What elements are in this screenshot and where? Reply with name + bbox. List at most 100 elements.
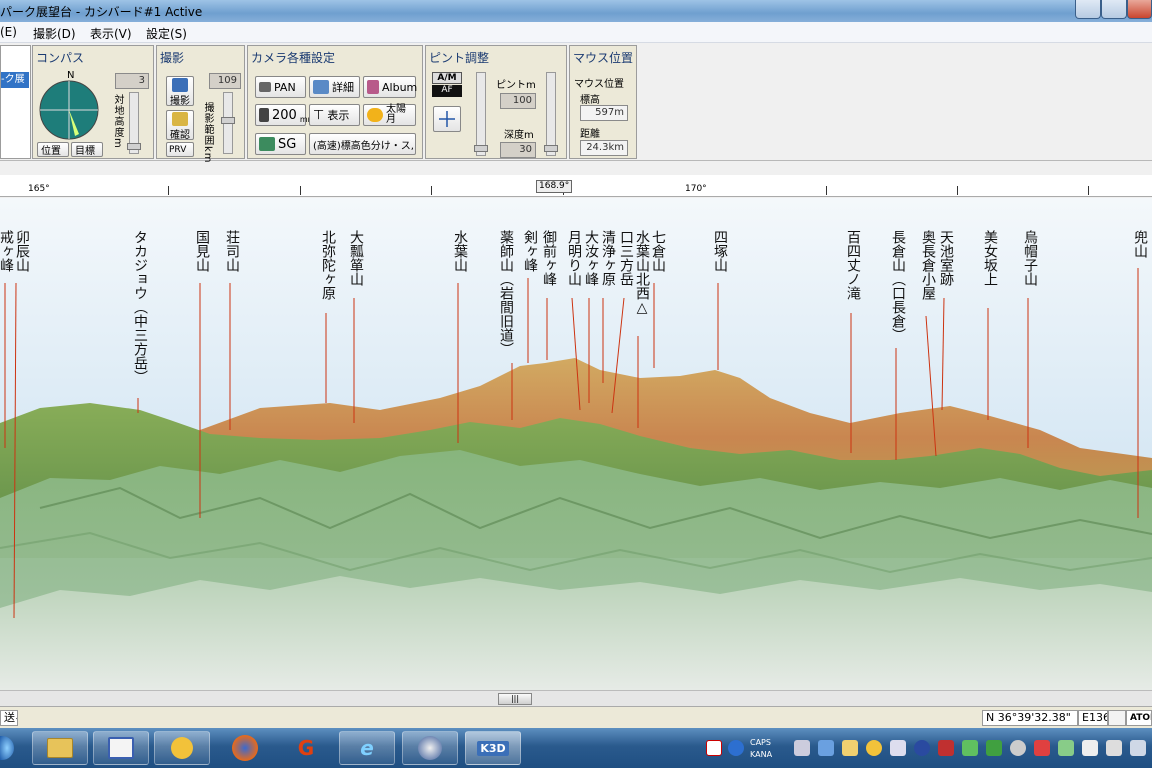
peak-label[interactable]: 清浄ヶ原 xyxy=(596,230,616,286)
compass-dial-icon[interactable] xyxy=(39,80,99,140)
position-button[interactable]: 位置 xyxy=(37,142,69,157)
taskbar-k3d[interactable]: K3D xyxy=(465,731,521,765)
device-icon[interactable] xyxy=(890,740,906,756)
taskbar-folder[interactable] xyxy=(32,731,88,765)
location-list[interactable]: -ク展 xyxy=(0,45,31,159)
start-button[interactable] xyxy=(0,736,14,760)
depth-slider-thumb[interactable] xyxy=(544,145,558,152)
display-button[interactable]: ⊤ 表示 xyxy=(309,104,360,126)
menu-view[interactable]: 表示(V) xyxy=(90,25,132,42)
peak-label[interactable]: 長倉山（口長倉） xyxy=(886,230,906,342)
ground-height-slider[interactable] xyxy=(127,92,141,154)
ground-height-slider-thumb[interactable] xyxy=(127,143,141,150)
peak-label[interactable]: 烏帽子山 xyxy=(1018,230,1038,286)
peak-label[interactable]: 卯辰山 xyxy=(10,230,30,272)
adobe-icon[interactable] xyxy=(706,740,722,756)
taskbar-g-app[interactable]: G xyxy=(278,731,334,765)
peak-label[interactable]: 荘司山 xyxy=(220,230,240,272)
focal-length-value: 200 xyxy=(272,107,297,123)
flag-icon[interactable] xyxy=(1034,740,1050,756)
shoot-panel: 撮影 撮影 確認 PRV 109 撮影範囲km xyxy=(156,45,245,164)
target-button[interactable]: 目標 xyxy=(71,142,103,157)
menu-bar: (E) 撮影(D) 表示(V) 設定(S) xyxy=(0,22,1152,43)
send-button[interactable]: 送る xyxy=(0,710,18,726)
menu-edit[interactable]: (E) xyxy=(0,25,17,39)
peak-label[interactable]: 天池室跡 xyxy=(934,230,954,286)
detail-button[interactable]: 詳細 xyxy=(309,76,360,98)
longitude-readout: E136 xyxy=(1078,710,1108,726)
elevation-color-button[interactable]: (高速)標高色分け・ス, xyxy=(309,133,416,155)
shoot-range-slider[interactable] xyxy=(221,92,235,154)
focus-value[interactable]: 100 xyxy=(500,93,536,109)
panorama-view[interactable]: 戒ヶ峰 卯辰山 タカジョウ（中三方岳） 国見山 荘司山 北弥陀ヶ原 大瓢箪山 水… xyxy=(0,198,1152,690)
peak-label[interactable]: 兜山 xyxy=(1128,230,1148,258)
taskbar-messenger[interactable] xyxy=(154,731,210,765)
horizontal-scrollbar[interactable]: ||| xyxy=(0,690,1152,706)
volume-icon[interactable] xyxy=(1082,740,1098,756)
scrollbar-thumb[interactable]: ||| xyxy=(498,693,532,705)
peak-label[interactable]: 御前ヶ峰 xyxy=(537,230,557,286)
firefox-icon xyxy=(232,735,258,761)
security-icon[interactable] xyxy=(914,740,930,756)
taskbar-firefox[interactable] xyxy=(217,731,273,765)
peak-label[interactable]: 水葉山 xyxy=(448,230,468,272)
ruler-tick xyxy=(431,186,432,195)
peak-label[interactable]: 薬師山（岩間旧道） xyxy=(494,230,514,356)
am-button[interactable]: A/M xyxy=(432,72,462,84)
location-list-selected[interactable]: -ク展 xyxy=(1,72,29,88)
focal-length-button[interactable]: 200 mm xyxy=(255,104,315,126)
acrobat-icon[interactable] xyxy=(938,740,954,756)
peak-label[interactable]: 七倉山 xyxy=(646,230,666,272)
peak-label[interactable]: 四塚山 xyxy=(708,230,728,272)
g-app-icon: G xyxy=(297,736,315,760)
shoot-button[interactable]: 撮影 xyxy=(166,76,194,107)
peak-label[interactable]: 大瓢箪山 xyxy=(344,230,364,286)
peak-label[interactable]: 百四丈ノ滝 xyxy=(841,230,861,300)
taskbar-kashmir-camera[interactable] xyxy=(402,731,458,765)
people-icon[interactable] xyxy=(986,740,1002,756)
tool-icon[interactable] xyxy=(794,740,810,756)
help-icon[interactable] xyxy=(728,740,744,756)
taskbar-internet-explorer[interactable]: e xyxy=(339,731,395,765)
azimuth-ruler[interactable]: 165° 170° 168.9° xyxy=(0,175,1152,197)
print-icon[interactable] xyxy=(1106,740,1122,756)
shoot-range-slider-thumb[interactable] xyxy=(221,117,235,124)
peak-label[interactable]: タカジョウ（中三方岳） xyxy=(128,230,148,384)
peak-label[interactable]: 国見山 xyxy=(190,230,210,272)
ground-height-value[interactable]: 3 xyxy=(115,73,149,89)
album-icon xyxy=(367,80,379,94)
mail-icon[interactable] xyxy=(842,740,858,756)
depth-slider[interactable] xyxy=(544,72,558,156)
focus-target-button[interactable] xyxy=(433,106,461,132)
internet-explorer-icon: e xyxy=(360,736,374,760)
sg-button[interactable]: SG xyxy=(255,133,306,155)
focus-slider-thumb[interactable] xyxy=(474,145,488,152)
confirm-button[interactable]: 確認 xyxy=(166,110,194,141)
preview-button[interactable]: PRV xyxy=(166,142,194,157)
maximize-button[interactable] xyxy=(1101,0,1127,19)
kashmir-camera-icon xyxy=(418,736,442,760)
network-icon[interactable] xyxy=(818,740,834,756)
disc-icon[interactable] xyxy=(1010,740,1026,756)
sync-icon[interactable] xyxy=(962,740,978,756)
messenger-tray-icon[interactable] xyxy=(866,740,882,756)
minimize-button[interactable] xyxy=(1075,0,1101,19)
taskbar-notepad[interactable] xyxy=(93,731,149,765)
sun-moon-button[interactable]: 太陽 月 xyxy=(363,104,416,126)
peak-label[interactable]: 北弥陀ヶ原 xyxy=(316,230,336,300)
ime-indicator[interactable]: ATOK xyxy=(1126,710,1152,726)
menu-settings[interactable]: 設定(S) xyxy=(146,25,187,42)
af-button[interactable]: AF xyxy=(432,85,462,97)
display-tray-icon[interactable] xyxy=(1130,740,1146,756)
shoot-range-value[interactable]: 109 xyxy=(209,73,241,89)
focus-slider[interactable] xyxy=(474,72,488,156)
peak-label[interactable]: 奥長倉小屋 xyxy=(916,230,936,300)
menu-shoot[interactable]: 撮影(D) xyxy=(33,25,76,42)
peak-label[interactable]: 美女坂上 xyxy=(978,230,998,286)
album-button[interactable]: Album xyxy=(363,76,417,98)
pan-button[interactable]: PAN xyxy=(255,76,306,98)
close-button[interactable] xyxy=(1127,0,1152,19)
depth-value[interactable]: 30 xyxy=(500,142,536,158)
peak-label[interactable]: 剣ヶ峰 xyxy=(518,230,538,272)
battery-icon[interactable] xyxy=(1058,740,1074,756)
